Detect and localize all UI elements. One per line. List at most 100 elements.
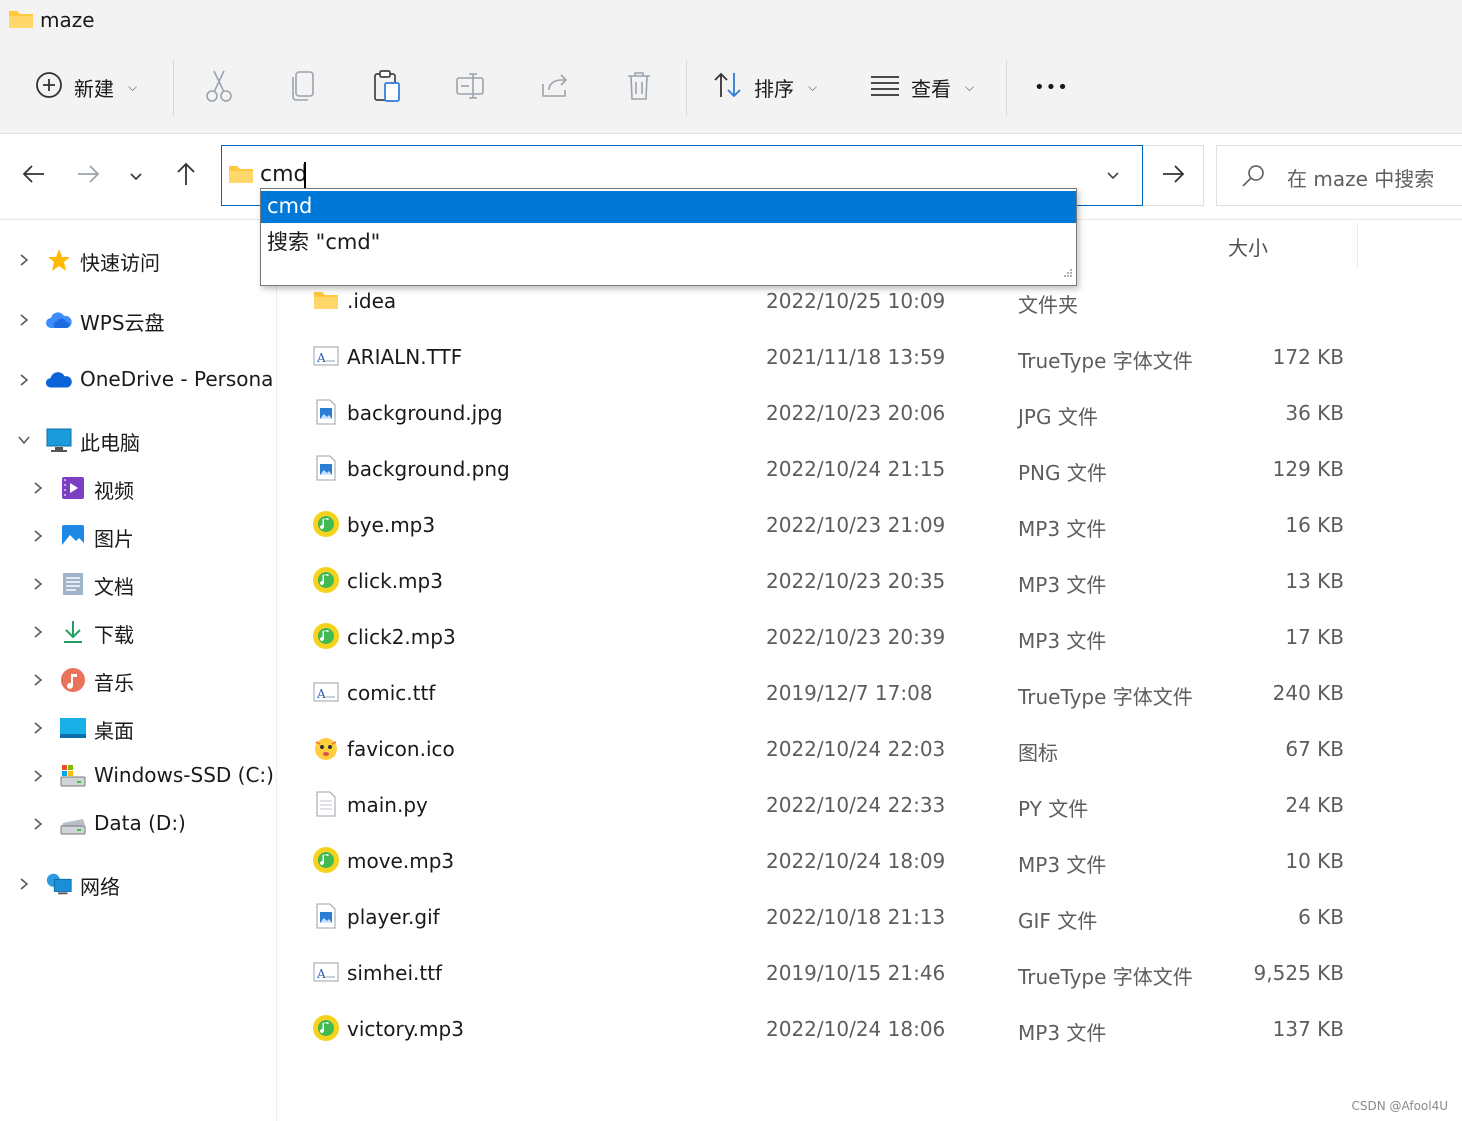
image-file-icon — [312, 902, 340, 930]
sidebar-item-downloads[interactable]: 下载 — [0, 612, 276, 652]
file-row[interactable]: background.jpg 2022/10/23 20:06 JPG 文件 36 K… — [300, 386, 1400, 442]
sidebar-item-wps-cloud[interactable]: WPS云盘 — [0, 300, 276, 340]
delete-button[interactable] — [621, 70, 657, 106]
more-options-button[interactable]: ••• — [1034, 64, 1069, 110]
column-header-size[interactable]: 大小 — [1216, 222, 1358, 268]
chevron-down-icon[interactable] — [16, 432, 32, 448]
music-icon — [59, 666, 87, 694]
address-autocomplete-dropdown: cmd 搜索 "cmd" — [260, 188, 1077, 286]
copy-button[interactable] — [285, 70, 321, 106]
file-row[interactable]: bye.mp3 2022/10/23 21:09 MP3 文件 16 KB — [300, 498, 1400, 554]
address-input[interactable]: cmd — [260, 162, 308, 187]
sidebar-item-network[interactable]: 网络 — [0, 864, 276, 904]
more-icon: ••• — [1034, 76, 1069, 98]
sort-button[interactable]: 排序 ⌵ — [712, 64, 817, 110]
view-button-label: 查看 — [911, 76, 951, 101]
chevron-right-icon[interactable] — [16, 252, 32, 268]
sidebar-item-c-drive[interactable]: Windows-SSD (C:) — [0, 756, 276, 796]
new-button[interactable]: 新建 ⌵ — [34, 64, 137, 110]
forward-button[interactable] — [70, 158, 106, 194]
file-row[interactable]: background.png 2022/10/24 21:15 PNG 文件 129 … — [300, 442, 1400, 498]
audio-file-icon — [312, 622, 340, 650]
up-button[interactable] — [168, 158, 204, 194]
file-size: 10 KB — [1285, 849, 1344, 873]
file-row[interactable]: move.mp3 2022/10/24 18:09 MP3 文件 10 KB — [300, 834, 1400, 890]
file-date: 2022/10/24 21:15 — [766, 457, 946, 481]
sidebar-item-onedrive[interactable]: OneDrive - Persona — [0, 360, 276, 400]
go-button[interactable] — [1143, 145, 1204, 206]
cut-button[interactable] — [201, 70, 237, 106]
system-drive-icon — [59, 762, 87, 790]
file-row[interactable]: player.gif 2022/10/18 21:13 GIF 文件 6 KB — [300, 890, 1400, 946]
file-row[interactable]: click.mp3 2022/10/23 20:35 MP3 文件 13 KB — [300, 554, 1400, 610]
chevron-down-icon: ⌵ — [808, 79, 818, 94]
drive-icon — [59, 810, 87, 838]
file-name: ARIALN.TTF — [347, 345, 463, 369]
sidebar-item-d-drive[interactable]: Data (D:) — [0, 804, 276, 844]
chevron-right-icon[interactable] — [16, 876, 32, 892]
chevron-right-icon[interactable] — [30, 480, 46, 496]
wps-cloud-icon — [45, 306, 73, 334]
file-row[interactable]: Acomic.ttf 2019/12/7 17:08 TrueType 字体文件 24… — [300, 666, 1400, 722]
sidebar-item-documents[interactable]: 文档 — [0, 564, 276, 604]
sidebar-item-label: Windows-SSD (C:) — [94, 763, 274, 787]
file-size: 13 KB — [1285, 569, 1344, 593]
sidebar-item-label: 音乐 — [94, 671, 134, 695]
chevron-right-icon[interactable] — [30, 768, 46, 784]
file-row[interactable]: click2.mp3 2022/10/23 20:39 MP3 文件 17 KB — [300, 610, 1400, 666]
autocomplete-item[interactable]: cmd — [261, 191, 1076, 223]
sort-icon — [712, 71, 744, 104]
svg-text:A: A — [316, 967, 326, 981]
scissors-icon — [205, 69, 233, 107]
resize-grip-icon[interactable] — [1063, 263, 1073, 282]
toolbar-divider — [173, 60, 174, 116]
file-row[interactable]: A ARIALN.TTF 2021/11/18 13:59 TrueType 字体文件… — [300, 330, 1400, 386]
sidebar-item-pictures[interactable]: 图片 — [0, 516, 276, 556]
file-row[interactable]: favicon.ico 2022/10/24 22:03 图标 67 KB — [300, 722, 1400, 778]
new-button-label: 新建 — [74, 76, 114, 101]
back-button[interactable] — [16, 158, 52, 194]
star-icon — [45, 246, 73, 274]
file-row[interactable]: victory.mp3 2022/10/24 18:06 MP3 文件 137 KB — [300, 1002, 1400, 1058]
font-file-icon: A — [312, 958, 340, 986]
folder-icon — [312, 286, 340, 314]
text-file-icon — [312, 790, 340, 818]
file-type: TrueType 字体文件 — [1018, 685, 1193, 709]
file-name: main.py — [347, 793, 428, 817]
file-row[interactable]: Asimhei.ttf 2019/10/15 21:46 TrueType 字体文件… — [300, 946, 1400, 1002]
recent-locations-button[interactable] — [118, 158, 154, 194]
autocomplete-item[interactable]: 搜索 "cmd" — [261, 223, 1076, 255]
paste-button[interactable] — [369, 70, 405, 106]
chevron-right-icon[interactable] — [30, 720, 46, 736]
file-size: 240 KB — [1272, 681, 1344, 705]
file-date: 2022/10/24 18:06 — [766, 1017, 946, 1041]
file-row[interactable]: main.py 2022/10/24 22:33 PY 文件 24 KB — [300, 778, 1400, 834]
search-box[interactable]: 在 maze 中搜索 — [1216, 145, 1462, 206]
sidebar-item-quick-access[interactable]: 快速访问 — [0, 240, 276, 280]
sidebar-item-this-pc[interactable]: 此电脑 — [0, 420, 276, 460]
rename-button[interactable] — [453, 70, 489, 106]
file-name: move.mp3 — [347, 849, 455, 873]
sidebar-item-label: 快速访问 — [80, 251, 160, 275]
chevron-right-icon[interactable] — [30, 528, 46, 544]
chevron-right-icon[interactable] — [16, 372, 32, 388]
file-type: PY 文件 — [1018, 797, 1089, 821]
file-type: MP3 文件 — [1018, 517, 1107, 541]
file-size: 172 KB — [1272, 345, 1344, 369]
share-button[interactable] — [537, 70, 573, 106]
file-name: click.mp3 — [347, 569, 443, 593]
chevron-right-icon[interactable] — [30, 576, 46, 592]
chevron-right-icon[interactable] — [30, 624, 46, 640]
sort-button-label: 排序 — [754, 76, 794, 101]
chevron-right-icon[interactable] — [30, 672, 46, 688]
view-button[interactable]: 查看 ⌵ — [869, 64, 974, 110]
sidebar-item-music[interactable]: 音乐 — [0, 660, 276, 700]
sidebar-item-videos[interactable]: 视频 — [0, 468, 276, 508]
sidebar-item-desktop[interactable]: 桌面 — [0, 708, 276, 748]
chevron-right-icon[interactable] — [16, 312, 32, 328]
address-history-chevron-icon[interactable] — [1106, 166, 1120, 185]
toolbar-divider — [1006, 60, 1007, 116]
file-date: 2022/10/23 21:09 — [766, 513, 946, 537]
file-name: .idea — [347, 289, 397, 313]
chevron-right-icon[interactable] — [30, 816, 46, 832]
